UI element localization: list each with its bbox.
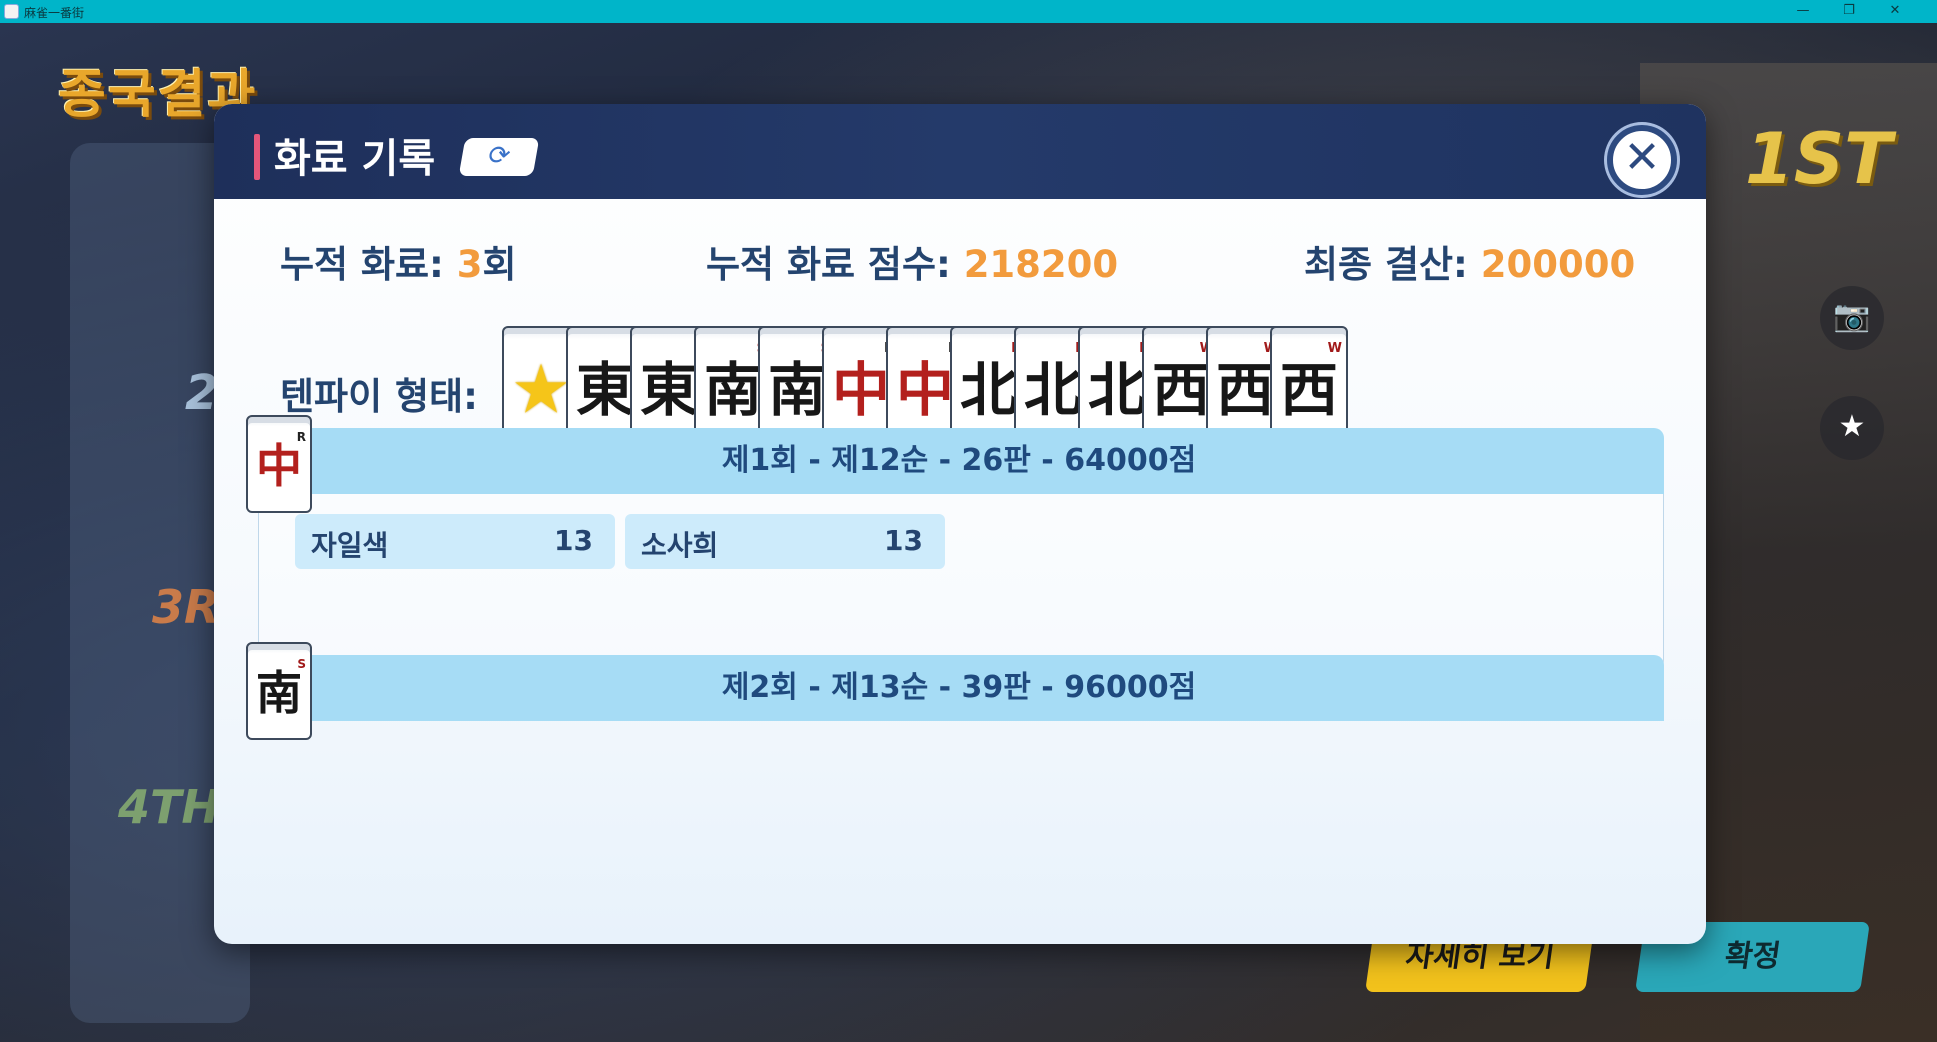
- win-record-title: 제1회 - 제12순 - 26판 - 64000점: [721, 443, 1197, 478]
- mahjong-tile: 南S: [246, 642, 312, 740]
- close-icon: ✕: [1623, 132, 1661, 183]
- rank-1st-badge: 1ST: [1745, 118, 1892, 200]
- total-win-points-value: 218200: [963, 243, 1119, 286]
- final-settlement-value: 200000: [1480, 243, 1636, 286]
- refresh-button[interactable]: ⟳: [458, 138, 540, 176]
- header-accent-bar: [254, 134, 260, 180]
- total-wins-label: 누적 화료:: [280, 243, 457, 286]
- modal-header: 화료 기록 ⟳ ✕: [214, 104, 1706, 199]
- mahjong-tile: 中R: [246, 415, 312, 513]
- win-record-card[interactable]: 제1회 - 제12순 - 26판 - 64000점자일색 13 소사희 13 中 R: [246, 415, 1664, 675]
- yaku-item: 자일색 13: [295, 514, 615, 569]
- tile-corner-label: S: [297, 657, 306, 671]
- tile-corner-label: W: [1327, 341, 1342, 356]
- window-close-button[interactable]: ✕: [1872, 0, 1918, 23]
- window-title: 麻雀一番街: [24, 6, 85, 20]
- rank-4th-badge: 4TH: [118, 780, 220, 834]
- star-icon[interactable]: ★: [1820, 396, 1884, 460]
- win-record-card[interactable]: 제2회 - 제13순 - 39판 - 96000점 南 S: [246, 642, 1664, 902]
- yaku-item: 소사희 13: [625, 514, 945, 569]
- total-win-points-label: 누적 화료 점수:: [706, 243, 964, 286]
- win-history-modal: 화료 기록 ⟳ ✕ 누적 화료: 3회 누적 화료 점수: 218200 최종 …: [214, 104, 1706, 944]
- win-record-title: 제2회 - 제13순 - 39판 - 96000점: [721, 670, 1197, 705]
- modal-title: 화료 기록: [274, 136, 436, 182]
- yaku-han: 13: [554, 524, 593, 557]
- win-record-header: 제2회 - 제13순 - 39판 - 96000점: [254, 655, 1664, 721]
- final-settlement-label: 최종 결산:: [1304, 243, 1481, 286]
- yaku-name: 자일색: [311, 529, 389, 562]
- refresh-icon: ⟳: [485, 141, 513, 171]
- total-wins-stat: 누적 화료: 3회: [280, 234, 517, 288]
- restore-button[interactable]: ❐: [1826, 0, 1872, 23]
- minimize-button[interactable]: —: [1780, 0, 1826, 23]
- camera-icon[interactable]: 📷: [1820, 286, 1884, 350]
- yaku-han: 13: [884, 524, 923, 557]
- yaku-name: 소사희: [641, 529, 719, 562]
- total-wins-value: 3: [456, 243, 483, 286]
- window-title-bar: 麻雀一番街 — ❐ ✕: [0, 0, 1937, 23]
- win-record-header: 제1회 - 제12순 - 26판 - 64000점: [254, 428, 1664, 494]
- tile-corner-label: R: [296, 430, 306, 444]
- close-button[interactable]: ✕: [1607, 125, 1677, 195]
- total-wins-suffix: 회: [482, 243, 517, 286]
- win-history-list[interactable]: 제1회 - 제12순 - 26판 - 64000점자일색 13 소사희 13 中 R 제2회…: [214, 404, 1706, 944]
- final-settlement-stat: 최종 결산: 200000: [1304, 234, 1635, 288]
- app-icon: [4, 4, 19, 19]
- total-win-points-stat: 누적 화료 점수: 218200: [706, 234, 1118, 288]
